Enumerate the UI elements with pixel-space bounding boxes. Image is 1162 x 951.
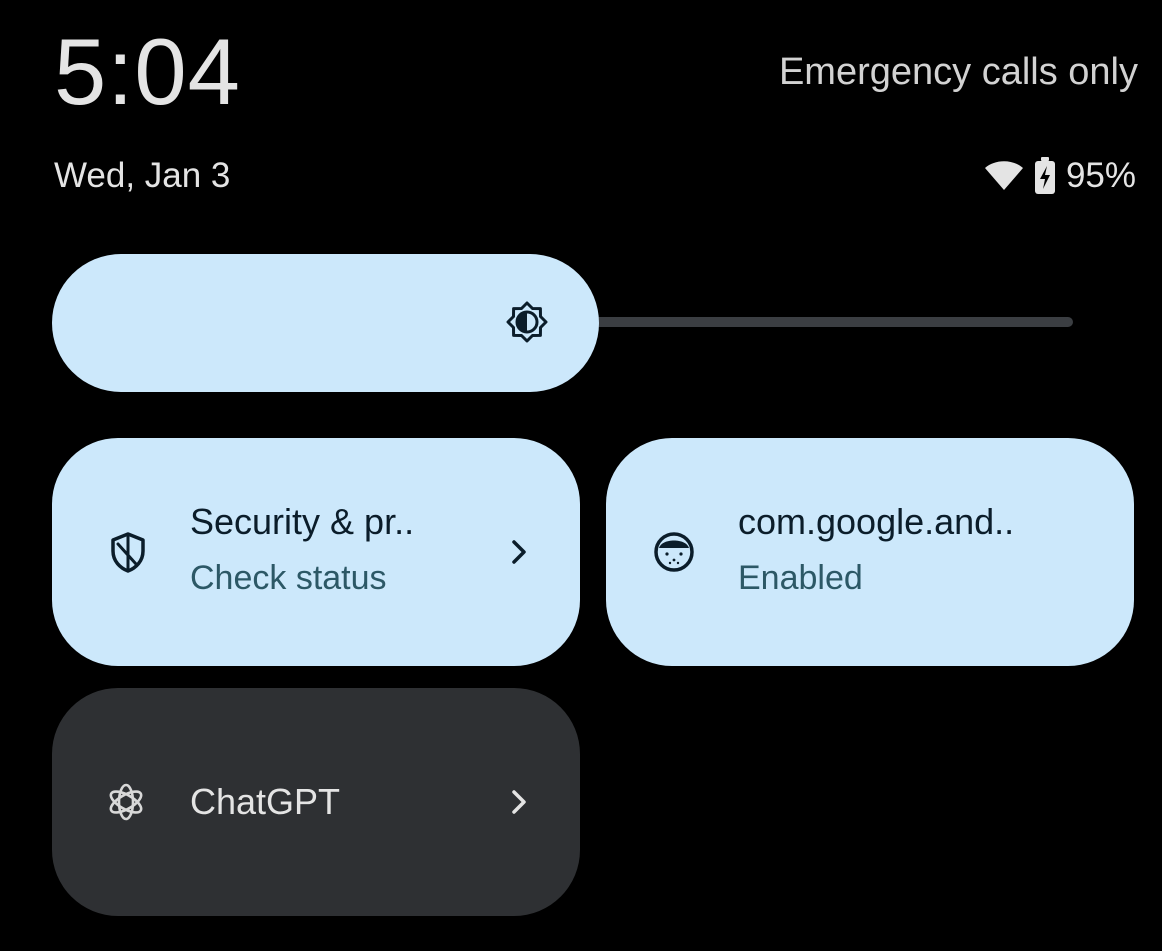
chevron-right-icon xyxy=(512,790,526,814)
tile-chatgpt[interactable]: ChatGPT xyxy=(52,688,580,916)
wifi-icon xyxy=(984,161,1023,190)
tile-title: ChatGPT xyxy=(190,781,341,822)
tile-title: com.google.and.. xyxy=(738,501,1015,542)
date[interactable]: Wed, Jan 3 xyxy=(54,156,230,196)
tile-subtitle: Check status xyxy=(190,559,387,597)
tile-title: Security & pr.. xyxy=(190,501,415,542)
tile-subtitle: Enabled xyxy=(738,559,863,597)
quick-settings-panel: 5:04 Emergency calls only Wed, Jan 3 95%… xyxy=(8,8,1158,951)
shield-icon xyxy=(111,532,145,573)
battery-charging-icon xyxy=(1034,157,1055,194)
tile-google-service[interactable]: com.google.and.. Enabled xyxy=(606,438,1134,666)
status-icons: 95% xyxy=(984,154,1136,198)
brightness-slider-track[interactable] xyxy=(568,317,1073,327)
clock[interactable]: 5:04 xyxy=(54,22,241,122)
android-face-icon xyxy=(654,532,694,572)
tile-security-privacy[interactable]: Security & pr.. Check status xyxy=(52,438,580,666)
chatgpt-icon xyxy=(109,783,143,821)
brightness-icon xyxy=(506,301,548,343)
carrier-status: Emergency calls only xyxy=(778,51,1138,93)
battery-percent: 95% xyxy=(1065,156,1136,195)
chevron-right-icon xyxy=(512,540,526,564)
